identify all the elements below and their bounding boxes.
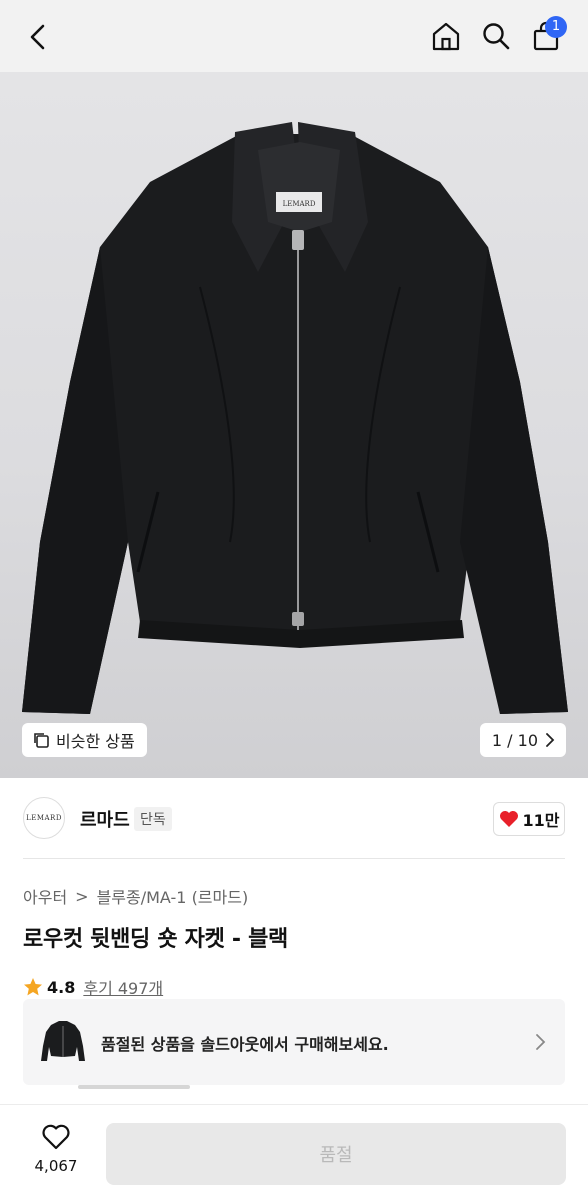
home-icon[interactable] <box>430 20 462 52</box>
carousel-scroll-indicator <box>78 1085 190 1089</box>
brand-logo[interactable]: LEMARD <box>23 797 65 839</box>
product-image-gallery[interactable]: LEMARD 비슷한 상품 1 / 10 <box>0 72 588 778</box>
soldout-purchase-button[interactable]: 품절 <box>106 1123 566 1185</box>
brand-logo-text: LEMARD <box>26 814 62 822</box>
product-title: 로우컷 뒷밴딩 숏 자켓 - 블랙 <box>23 927 288 952</box>
soldout-banner[interactable]: 품절된 상품을 솔드아웃에서 구매해보세요. <box>23 999 565 1085</box>
chevron-right-icon <box>546 733 555 747</box>
soldout-banner-message: 품절된 상품을 솔드아웃에서 구매해보세요. <box>101 1035 389 1054</box>
cart-count-badge: 1 <box>545 16 567 38</box>
wishlist-count: 4,067 <box>34 1157 78 1175</box>
chevron-right-icon <box>536 1034 546 1050</box>
image-pager-text: 1 / 10 <box>491 730 538 750</box>
review-count-link[interactable]: 후기 497개 <box>83 975 163 999</box>
copy-icon <box>34 733 49 748</box>
wishlist-button[interactable]: 4,067 <box>28 1123 84 1175</box>
star-icon <box>24 978 42 996</box>
exclusive-tag: 단독 <box>134 807 172 831</box>
brand-like-count: 11만 <box>522 811 560 830</box>
brand-like-button[interactable]: 11만 <box>493 802 565 836</box>
breadcrumb-category[interactable]: 아우터 <box>23 884 67 908</box>
rating-score: 4.8 <box>47 977 76 997</box>
search-icon[interactable] <box>480 20 512 52</box>
product-photo-jacket: LEMARD <box>22 122 568 714</box>
image-pager-button[interactable]: 1 / 10 <box>479 723 566 757</box>
breadcrumb-separator: > <box>75 886 89 906</box>
breadcrumb-subcategory[interactable]: 블루종/MA-1 (르마드) <box>97 884 249 908</box>
top-nav-bar: 1 <box>0 0 588 72</box>
rating-row: 4.8 후기 497개 <box>23 975 163 999</box>
brand-row: LEMARD 르마드 단독 11만 <box>0 778 588 858</box>
chevron-left-icon[interactable] <box>24 22 54 52</box>
heart-outline-icon <box>42 1124 70 1150</box>
similar-products-button[interactable]: 비슷한 상품 <box>22 723 147 757</box>
product-label-text: LEMARD <box>283 200 316 208</box>
similar-products-label: 비슷한 상품 <box>56 732 135 751</box>
bottom-action-bar: 4,067 품절 <box>0 1104 588 1200</box>
jacket-thumbnail <box>41 1021 85 1061</box>
breadcrumb: 아우터 > 블루종/MA-1 (르마드) <box>23 884 248 908</box>
divider <box>23 858 565 859</box>
heart-filled-icon <box>499 811 518 827</box>
brand-name[interactable]: 르마드 <box>80 806 130 832</box>
